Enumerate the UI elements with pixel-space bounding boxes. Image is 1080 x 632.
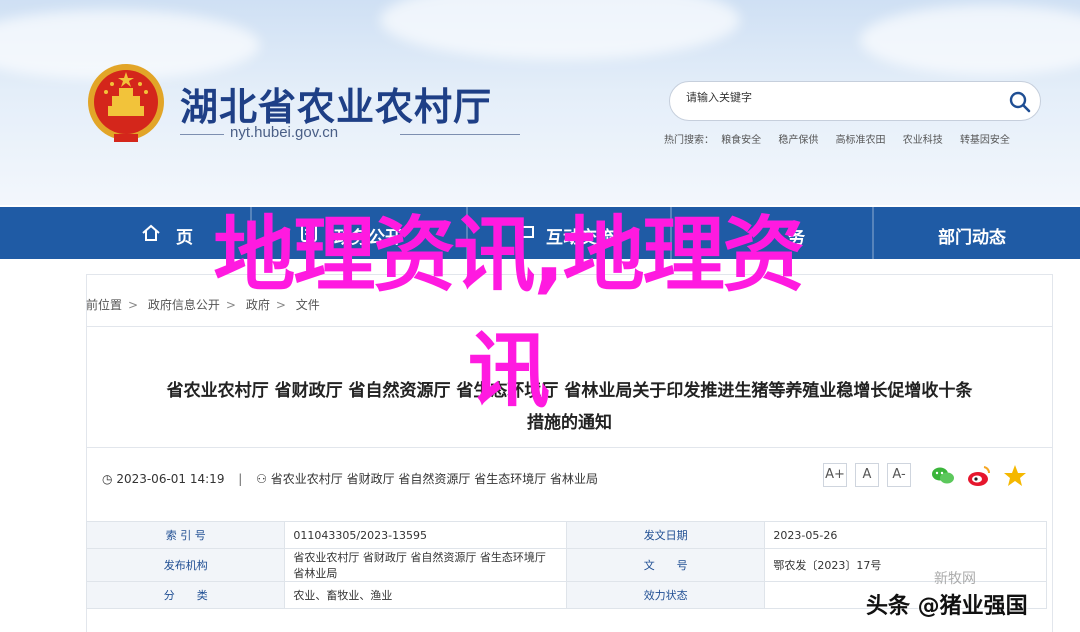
breadcrumb-item: 前位置	[86, 298, 123, 312]
article-title: 省农业农村厅 省财政厅 省自然资源厅 省生态环境厅 省林业局关于印发推进生猪等养…	[86, 375, 1053, 439]
home-icon	[142, 224, 160, 241]
breadcrumb-item[interactable]: 文件	[296, 298, 320, 312]
breadcrumb-item[interactable]: 政府	[246, 298, 270, 312]
publish-date: 2023-06-01 14:19	[116, 472, 225, 486]
table-key: 效力状态	[565, 581, 766, 609]
table-key: 文 号	[565, 548, 766, 582]
org-icon: ⚇	[256, 472, 267, 486]
site-header: 湖北省农业农村厅 nyt.hubei.gov.cn 热门搜索： 粮食安全 稳产保…	[0, 0, 1080, 205]
table-key: 分 类	[85, 581, 286, 609]
nav-divider	[872, 207, 874, 259]
meta-separator: |	[238, 472, 243, 486]
divider	[400, 134, 520, 135]
site-domain: nyt.hubei.gov.cn	[230, 124, 339, 141]
wechat-icon[interactable]	[930, 463, 956, 489]
font-increase-button[interactable]: A+	[823, 463, 847, 487]
search-icon[interactable]	[1008, 90, 1032, 114]
nav-divider	[466, 207, 468, 259]
nav-item-service[interactable]: 务	[788, 223, 805, 248]
hot-search-term[interactable]: 农业科技	[903, 135, 943, 146]
nav-divider	[670, 207, 672, 259]
article-meta: ◷ 2023-06-01 14:19 | ⚇ 省农业农村厅 省财政厅 省自然资源…	[102, 470, 598, 487]
table-value: 011043305/2023-13595	[284, 521, 567, 549]
nav-item-gov-affairs[interactable]: 政务公开	[334, 223, 402, 248]
hot-search-term[interactable]: 粮食安全	[721, 135, 761, 146]
clock-icon: ◷	[102, 472, 113, 486]
document-icon	[301, 224, 317, 242]
watermark-credit: 头条 @猪业强国	[866, 594, 1028, 619]
cloud-decoration	[860, 5, 1080, 75]
font-default-button[interactable]: A	[855, 463, 879, 487]
hot-search-term[interactable]: 稳产保供	[778, 135, 818, 146]
breadcrumb-item[interactable]: 政府信息公开	[148, 298, 220, 312]
search-box	[669, 81, 1041, 121]
article-title-line: 措施的通知	[527, 413, 612, 433]
chat-icon	[516, 226, 534, 244]
nav-item-interaction[interactable]: 互动交流	[546, 223, 614, 248]
main-nav: 页 政务公开 互动交流 务 部门动态	[0, 207, 1080, 259]
font-decrease-button[interactable]: A-	[887, 463, 911, 487]
national-emblem-icon	[88, 64, 164, 142]
article-title-line: 省农业农村厅 省财政厅 省自然资源厅 省生态环境厅 省林业局关于印发推进生猪等养…	[166, 381, 973, 401]
weibo-icon[interactable]	[966, 463, 992, 489]
table-key: 发文日期	[565, 521, 766, 549]
table-key: 索 引 号	[85, 521, 286, 549]
hot-search: 热门搜索： 粮食安全 稳产保供 高标准农田 农业科技 转基因安全	[664, 131, 1024, 146]
cloud-decoration	[380, 0, 740, 60]
watermark-faint: 新牧网	[934, 571, 976, 587]
table-value: 省农业农村厅 省财政厅 省自然资源厅 省生态环境厅 省林业局	[284, 548, 567, 582]
divider	[86, 447, 1053, 448]
table-row: 发布机构 省农业农村厅 省财政厅 省自然资源厅 省生态环境厅 省林业局 文 号 …	[85, 548, 1047, 582]
table-value: 鄂农发〔2023〕17号	[764, 548, 1047, 582]
breadcrumb: 前位置 > 政府信息公开 > 政府 > 文件	[86, 298, 320, 312]
hot-search-term[interactable]: 高标准农田	[836, 135, 886, 146]
table-value: 农业、畜牧业、渔业	[284, 581, 567, 609]
nav-divider	[250, 207, 252, 259]
hot-search-term[interactable]: 转基因安全	[960, 135, 1010, 146]
site-title[interactable]: 湖北省农业农村厅	[180, 76, 492, 131]
nav-item-department[interactable]: 部门动态	[938, 223, 1006, 248]
hot-search-label: 热门搜索：	[664, 135, 714, 146]
nav-item-home[interactable]: 页	[176, 223, 193, 248]
article-sources: 省农业农村厅 省财政厅 省自然资源厅 省生态环境厅 省林业局	[270, 472, 599, 486]
table-row: 索 引 号 011043305/2023-13595 发文日期 2023-05-…	[85, 521, 1047, 549]
table-value: 2023-05-26	[764, 521, 1047, 549]
divider	[180, 134, 224, 135]
search-input[interactable]	[686, 91, 986, 104]
table-key: 发布机构	[85, 548, 286, 582]
star-icon[interactable]	[1002, 463, 1028, 489]
divider	[86, 326, 1053, 327]
